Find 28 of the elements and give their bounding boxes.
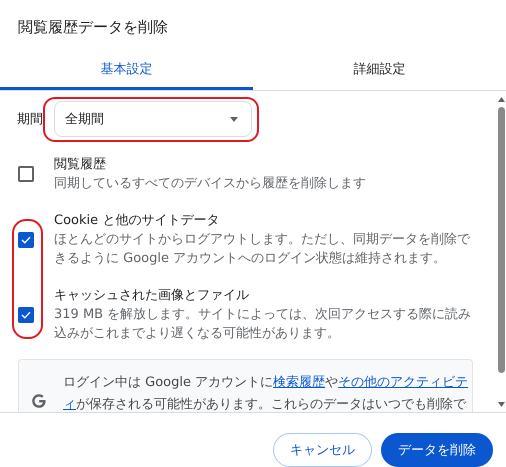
checkbox[interactable] — [18, 232, 34, 248]
tab[interactable]: 詳細設定 — [253, 52, 506, 90]
delete-data-button[interactable]: データを削除 — [381, 433, 493, 467]
period-label: 期間 — [17, 111, 43, 128]
option-title: Cookie と他のサイトデータ — [54, 212, 220, 230]
option-description: 込みがこれまでより遅くなる可能性があります。 — [54, 325, 341, 343]
option-title: キャッシュされた画像とファイル — [54, 287, 250, 305]
option-description: きるように Google アカウントへのログイン状態は維持されます。 — [54, 250, 448, 268]
option-title: 閲覧履歴 — [54, 156, 107, 174]
link[interactable]: ィ — [63, 397, 76, 412]
info-text: が保存される可能性があります。これらのデータはいつでも削除で — [76, 397, 466, 412]
link[interactable]: その他のアクティビテ — [338, 375, 468, 390]
checkbox[interactable] — [18, 306, 34, 322]
dialog-title: 閲覧履歴データを削除 — [17, 17, 169, 38]
info-text: や — [325, 375, 338, 390]
info-text: ログイン中は Google アカウントに — [63, 375, 274, 390]
checkmark-icon — [21, 236, 31, 244]
caret-icon — [230, 116, 238, 122]
cancel-button[interactable]: キャンセル — [273, 433, 372, 467]
option-description: 319 MB を解放します。サイトによっては、次回アクセスする際に読み — [54, 306, 472, 324]
google-g-icon — [31, 393, 47, 409]
option-description: 同期しているすべてのデバイスから履歴を削除します — [54, 175, 366, 193]
period-dropdown[interactable]: 全期間 — [54, 101, 252, 137]
link[interactable]: 検索履歴 — [273, 375, 326, 390]
checkbox[interactable] — [18, 166, 34, 182]
option-description: ほとんどのサイトからログアウトします。ただし、同期データを削除で — [54, 231, 470, 249]
checkmark-icon — [21, 310, 31, 318]
tab[interactable]: 基本設定 — [0, 52, 253, 90]
